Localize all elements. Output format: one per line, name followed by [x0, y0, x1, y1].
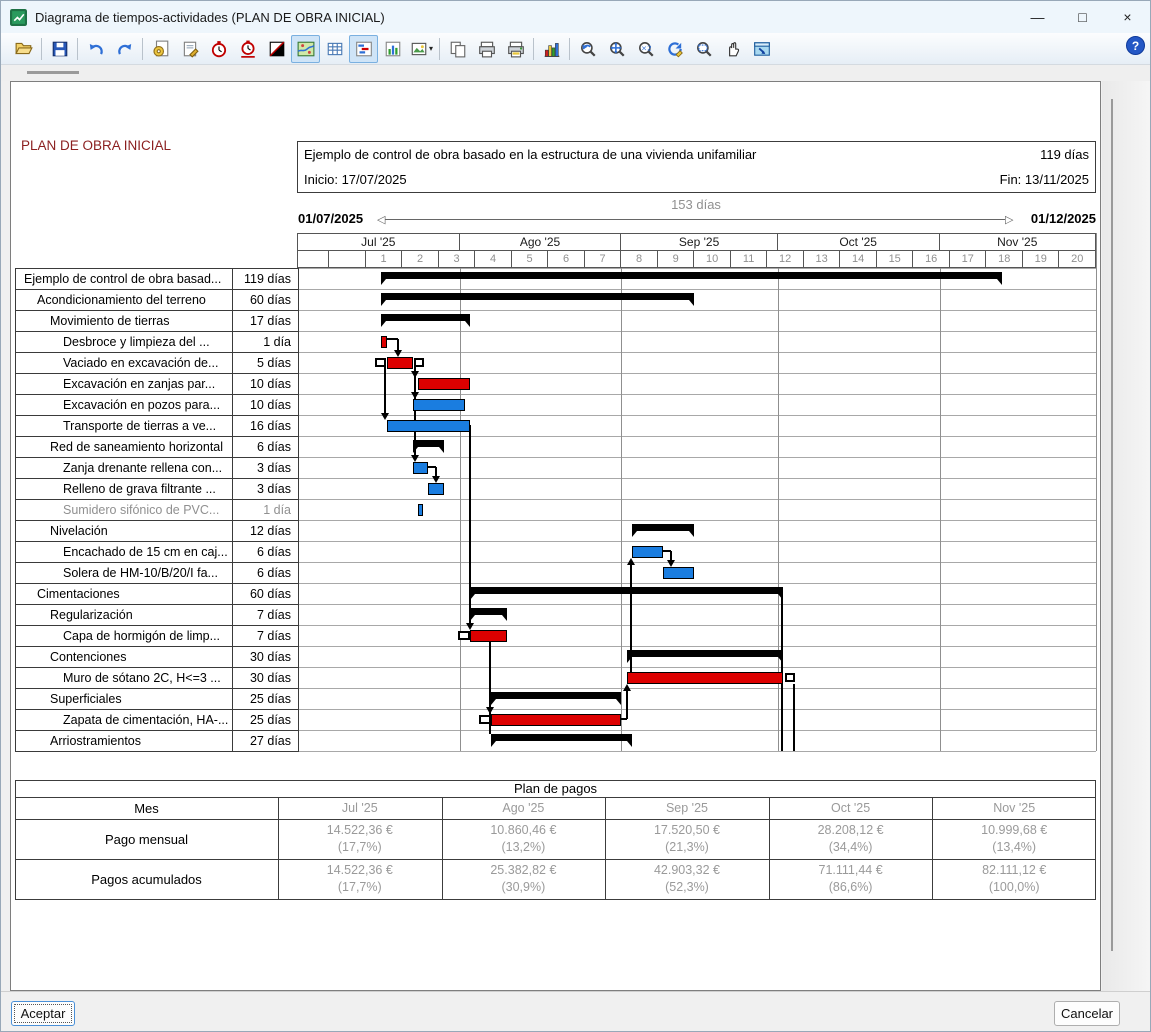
diagram-panel: [10, 81, 1101, 991]
dropdown-arrow-icon[interactable]: ▾: [429, 44, 433, 53]
plan-title: PLAN DE OBRA INICIAL: [21, 138, 172, 153]
scale-line: [385, 219, 1005, 220]
toolbar-separator: [439, 37, 440, 60]
zoom-window-icon[interactable]: [689, 35, 718, 63]
svg-text:×2: ×2: [641, 43, 652, 52]
properties-icon[interactable]: [175, 35, 204, 63]
accept-button[interactable]: Aceptar: [11, 1001, 75, 1026]
timer-icon[interactable]: [204, 35, 233, 63]
toolbar-separator: [41, 37, 42, 60]
help-icon[interactable]: ?: [1126, 36, 1145, 55]
chart-colorful-icon[interactable]: [537, 35, 566, 63]
undo-icon[interactable]: [81, 35, 110, 63]
close-button[interactable]: ×: [1105, 1, 1150, 33]
scale-arrow-left-icon: ◁: [377, 214, 386, 226]
open-folder-icon[interactable]: [9, 35, 38, 63]
print-color-icon[interactable]: [501, 35, 530, 63]
toolbar-lower-strip: [1, 65, 1150, 81]
project-end: Fin: 13/11/2025: [999, 171, 1089, 187]
zoom-x2-icon[interactable]: ×2: [631, 35, 660, 63]
print-icon[interactable]: [472, 35, 501, 63]
cancel-button-label: Cancelar: [1060, 1006, 1114, 1021]
redo-icon[interactable]: [110, 35, 139, 63]
copy-icon[interactable]: [443, 35, 472, 63]
vertical-scrollbar[interactable]: [1111, 99, 1113, 951]
toolbar-separator: [142, 37, 143, 60]
map-view-icon[interactable]: [291, 34, 320, 63]
project-info-box: Ejemplo de control de obra basado en la …: [297, 141, 1096, 193]
app-window: Diagrama de tiempos-actividades (PLAN DE…: [0, 0, 1151, 1032]
scale-span-label: 153 días: [671, 197, 721, 212]
pan-hand-icon[interactable]: [718, 35, 747, 63]
timer-scale-icon[interactable]: [233, 35, 262, 63]
project-start: Inicio: 17/07/2025: [304, 171, 407, 187]
cancel-button[interactable]: Cancelar: [1054, 1001, 1120, 1026]
project-duration: 119 días: [1040, 146, 1089, 162]
report-settings-icon[interactable]: [146, 35, 175, 63]
scale-end-date: 01/12/2025: [1030, 211, 1096, 226]
fit-window-icon[interactable]: [747, 35, 776, 63]
chart-view-icon[interactable]: [378, 35, 407, 63]
contrast-icon[interactable]: [262, 35, 291, 63]
save-icon[interactable]: [45, 35, 74, 63]
export-image-icon[interactable]: ▾: [407, 35, 436, 63]
maximize-button[interactable]: □: [1060, 1, 1105, 33]
grid-view-icon[interactable]: [320, 35, 349, 63]
window-controls: — □ ×: [1015, 1, 1150, 33]
toolbar-separator: [77, 37, 78, 60]
toolbar-separator: [569, 37, 570, 60]
dialog-button-bar: Aceptar Cancelar: [1, 991, 1150, 1031]
zoom-extents-icon[interactable]: [602, 35, 631, 63]
toolbar-separator: [533, 37, 534, 60]
minimize-button[interactable]: —: [1015, 1, 1060, 33]
app-icon: [10, 8, 27, 26]
gantt-view-icon[interactable]: [349, 34, 378, 63]
toolbar: ▾ ×2: [1, 33, 1150, 65]
zoom-previous-icon[interactable]: [573, 35, 602, 63]
redraw-icon[interactable]: [660, 35, 689, 63]
scale-arrow-right-icon: ▷: [1005, 214, 1014, 226]
focus-ring: [14, 1004, 72, 1023]
window-title: Diagrama de tiempos-actividades (PLAN DE…: [35, 9, 385, 25]
title-bar: Diagrama de tiempos-actividades (PLAN DE…: [1, 1, 1150, 33]
scale-start-date: 01/07/2025: [298, 211, 364, 226]
toolbar-gripper[interactable]: [27, 71, 79, 74]
project-title: Ejemplo de control de obra basado en la …: [304, 146, 757, 162]
right-scroll-area: [1102, 81, 1150, 991]
